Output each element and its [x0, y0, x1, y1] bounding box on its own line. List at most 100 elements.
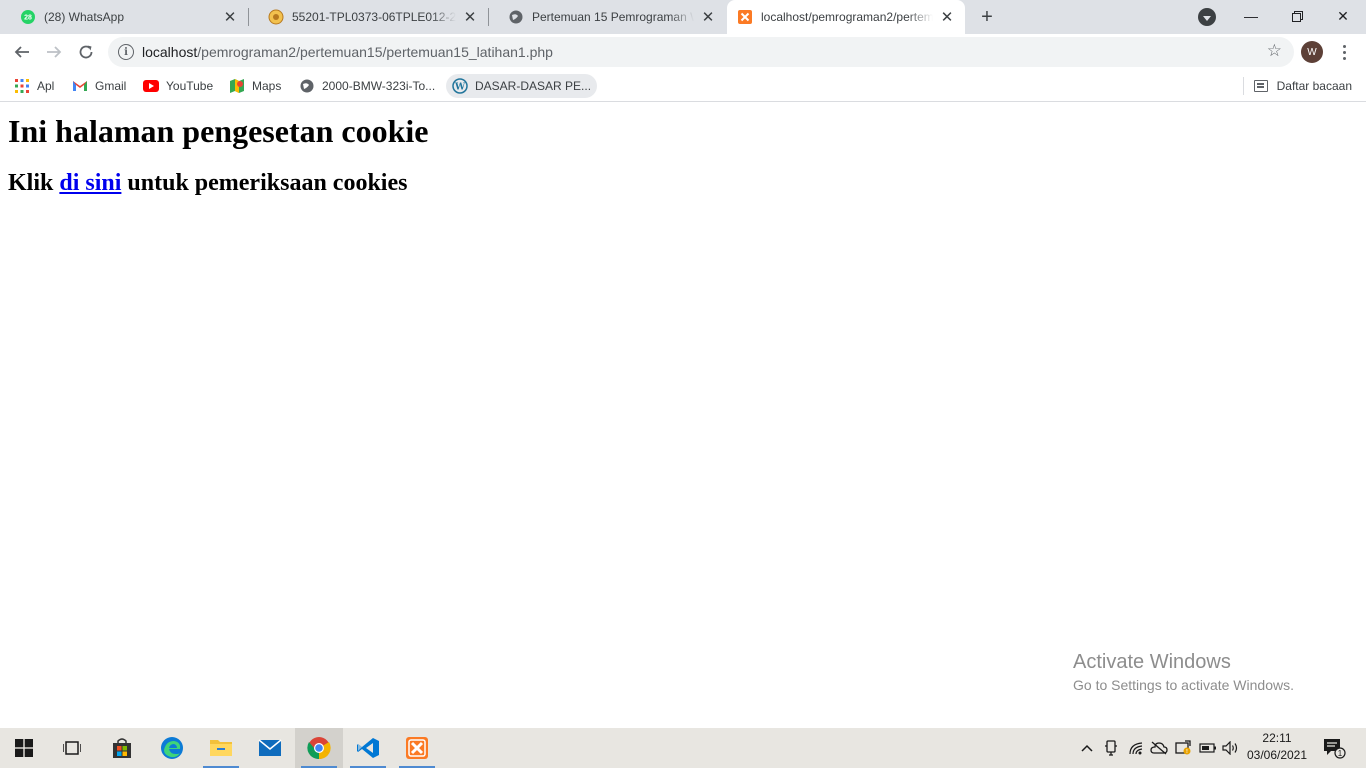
- tab-course[interactable]: 55201-TPL0373-06TPLE012-2020 ✕: [248, 0, 488, 34]
- bookmarks-bar: Apl Gmail YouTube Maps 2000-BMW-323i-To.…: [0, 70, 1366, 102]
- instruction-line: Klik di sini untuk pemeriksaan cookies: [8, 170, 407, 197]
- vscode-icon: [357, 738, 379, 758]
- chevron-up-icon: [1081, 744, 1093, 752]
- profile-avatar[interactable]: W: [1301, 41, 1323, 63]
- reload-icon: [79, 45, 93, 59]
- microsoft-store-icon: [113, 738, 131, 758]
- reload-button[interactable]: [72, 38, 100, 66]
- tray-wifi-icon[interactable]: [1127, 728, 1147, 768]
- tray-onedrive-icon[interactable]: [1149, 728, 1169, 768]
- close-window-button[interactable]: ✕: [1320, 0, 1366, 32]
- check-cookies-link[interactable]: di sini: [59, 170, 121, 196]
- bookmark-label: Maps: [252, 79, 282, 93]
- minimize-button[interactable]: —: [1228, 0, 1274, 32]
- wordpress-icon: W: [452, 78, 468, 94]
- arrow-left-icon: [14, 46, 29, 58]
- divider: [1242, 77, 1244, 95]
- address-bar[interactable]: i localhost/pemrograman2/pertemuan15/per…: [108, 37, 1294, 67]
- taskbar-xampp[interactable]: [393, 728, 441, 768]
- close-icon[interactable]: ✕: [462, 9, 478, 26]
- tab-whatsapp[interactable]: 28 (28) WhatsApp ✕: [0, 0, 248, 34]
- apps-grid-icon: [14, 78, 30, 94]
- start-button[interactable]: [0, 728, 48, 768]
- edge-icon: [161, 737, 183, 759]
- task-view-icon: [63, 741, 81, 755]
- reading-list-label: Daftar bacaan: [1276, 79, 1352, 93]
- tab-title: (28) WhatsApp: [44, 10, 125, 24]
- xampp-icon: [406, 737, 428, 759]
- bookmark-dasar[interactable]: W DASAR-DASAR PE...: [446, 74, 598, 98]
- tab-strip: 28 (28) WhatsApp ✕ 55201-TPL0373-06TPLE0…: [0, 0, 1366, 34]
- windows-taskbar: ! 22:11 03/06/2021 1: [0, 728, 1366, 768]
- bookmark-apps[interactable]: Apl: [8, 74, 60, 98]
- wifi-icon: [1129, 742, 1143, 755]
- speaker-icon: [1222, 741, 1238, 755]
- university-logo-icon: [268, 9, 284, 25]
- url-host: localhost: [142, 44, 198, 60]
- taskbar-edge[interactable]: [148, 728, 196, 768]
- tray-defender-icon[interactable]: !: [1173, 728, 1193, 768]
- tab-localhost[interactable]: localhost/pemrograman2/pertemuan15 ✕: [727, 0, 965, 34]
- bookmark-label: 2000-BMW-323i-To...: [322, 79, 436, 93]
- bookmark-bmw[interactable]: 2000-BMW-323i-To...: [293, 74, 441, 98]
- taskbar-chrome[interactable]: [295, 728, 343, 768]
- bookmark-maps[interactable]: Maps: [223, 74, 287, 98]
- bookmark-label: Apl: [37, 79, 55, 93]
- close-icon[interactable]: ✕: [700, 9, 716, 26]
- bookmark-label: Gmail: [95, 79, 127, 93]
- activate-windows-watermark: Activate Windows Go to Settings to activ…: [1073, 651, 1294, 693]
- battery-icon: [1199, 743, 1216, 753]
- taskbar-clock[interactable]: 22:11 03/06/2021: [1244, 730, 1310, 766]
- tab-title: localhost/pemrograman2/pertemuan15: [761, 10, 933, 24]
- more-menu-icon[interactable]: [1334, 42, 1354, 62]
- bookmark-star-icon[interactable]: ☆: [1267, 41, 1282, 61]
- taskbar-file-explorer[interactable]: [197, 728, 245, 768]
- tab-title: 55201-TPL0373-06TPLE012-2020: [292, 10, 456, 24]
- xampp-icon: [737, 9, 753, 25]
- taskbar-store[interactable]: [98, 728, 146, 768]
- browser-toolbar: i localhost/pemrograman2/pertemuan15/per…: [0, 34, 1366, 70]
- gmail-icon: [72, 78, 88, 94]
- action-center-button[interactable]: 1: [1322, 736, 1346, 760]
- bookmark-label: YouTube: [166, 79, 214, 93]
- tab-title: Pertemuan 15 Pemrograman Web: [532, 10, 694, 24]
- folder-icon: [210, 740, 232, 756]
- bookmark-label: DASAR-DASAR PE...: [475, 79, 592, 93]
- close-icon[interactable]: ✕: [939, 9, 955, 26]
- show-hidden-icons-button[interactable]: [1078, 728, 1096, 768]
- chrome-icon: [307, 737, 331, 760]
- reading-list-icon: [1253, 80, 1268, 92]
- new-tab-button[interactable]: +: [976, 6, 998, 28]
- url-text[interactable]: localhost/pemrograman2/pertemuan15/perte…: [142, 44, 553, 60]
- tray-volume-icon[interactable]: [1221, 728, 1241, 768]
- tab-pertemuan15[interactable]: Pertemuan 15 Pemrograman Web ✕: [488, 0, 726, 34]
- forward-button[interactable]: [40, 38, 68, 66]
- site-info-icon[interactable]: i: [118, 44, 134, 60]
- tray-device-icon[interactable]: [1102, 728, 1120, 768]
- instruction-prefix: Klik: [8, 170, 60, 196]
- whatsapp-badge: 28: [24, 15, 32, 22]
- security-warning-icon: !: [1175, 740, 1191, 755]
- bookmark-youtube[interactable]: YouTube: [137, 74, 219, 98]
- back-button[interactable]: [8, 38, 36, 66]
- task-view-button[interactable]: [48, 728, 96, 768]
- taskbar-mail[interactable]: [246, 728, 294, 768]
- globe-icon: [508, 9, 524, 25]
- restore-button[interactable]: [1274, 0, 1320, 32]
- tab-search-icon[interactable]: [1198, 8, 1216, 26]
- youtube-icon: [143, 78, 159, 94]
- cloud-off-icon: [1150, 741, 1168, 755]
- notification-icon: 1: [1324, 739, 1346, 759]
- mail-icon: [258, 739, 282, 756]
- tray-battery-icon[interactable]: [1198, 728, 1218, 768]
- taskbar-vscode[interactable]: [344, 728, 392, 768]
- windows-logo-icon: [15, 739, 33, 757]
- bookmark-gmail[interactable]: Gmail: [66, 74, 132, 98]
- reading-list-button[interactable]: Daftar bacaan: [1242, 74, 1352, 98]
- clock-time: 22:11: [1262, 731, 1292, 745]
- svg-text:W: W: [454, 83, 466, 93]
- close-icon[interactable]: ✕: [222, 9, 238, 26]
- page-content: Ini halaman pengesetan cookie Klik di si…: [0, 103, 1366, 728]
- whatsapp-icon: 28: [20, 9, 36, 25]
- url-path: /pemrograman2/pertemuan15/pertemuan15_la…: [197, 44, 553, 60]
